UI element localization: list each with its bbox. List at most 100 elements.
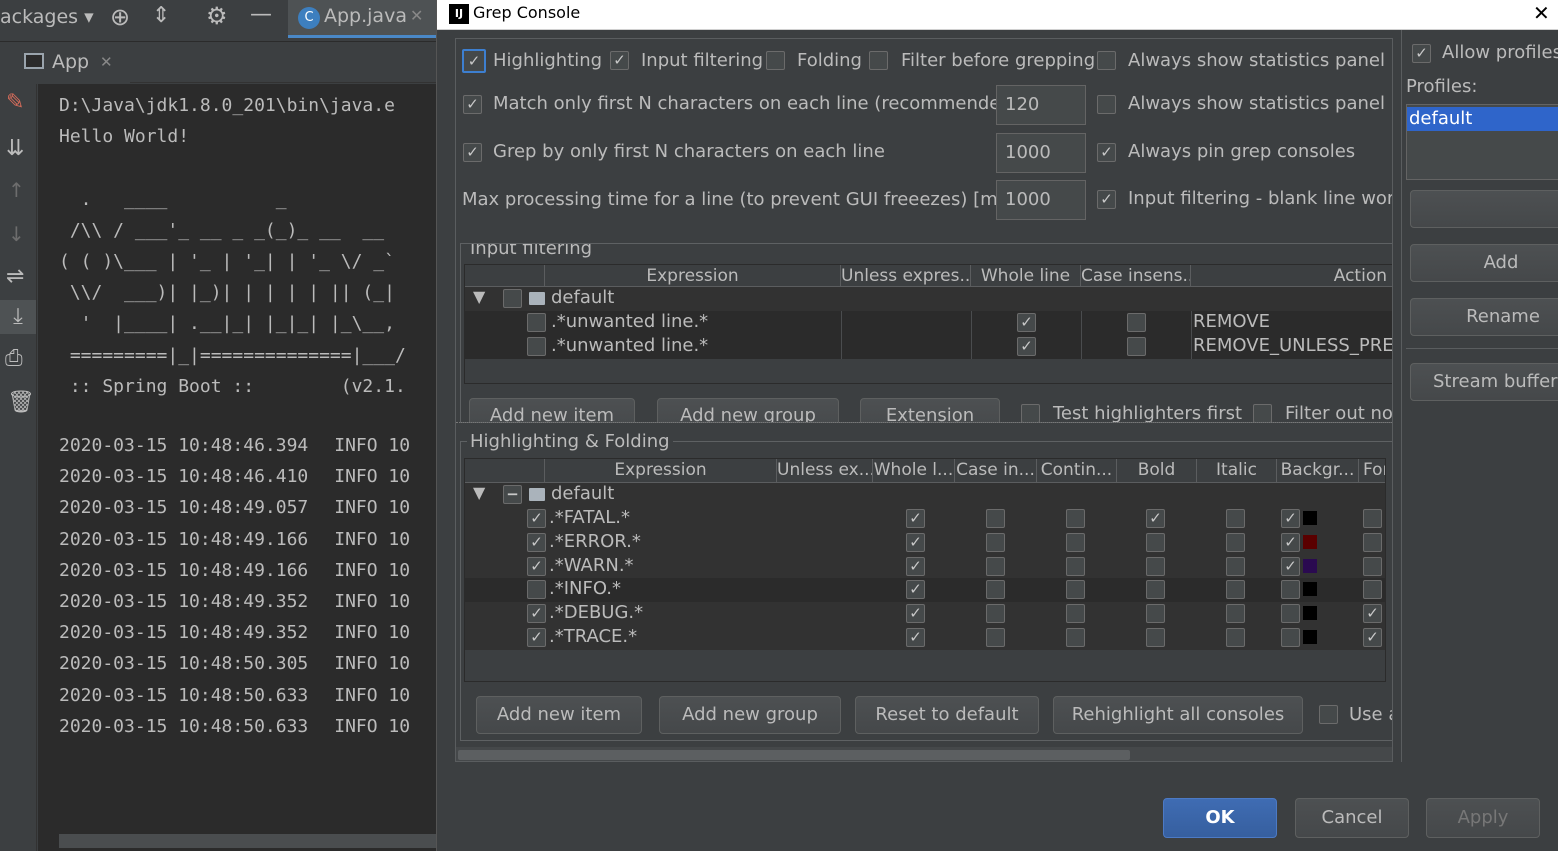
max-processing-time-input[interactable]: 1000 — [996, 180, 1086, 220]
foreground-color-swatch[interactable] — [1385, 606, 1386, 620]
always-pin-checkbox[interactable] — [1097, 143, 1116, 162]
blank-line-checkbox[interactable] — [1097, 190, 1116, 209]
foreground-color-swatch[interactable] — [1385, 630, 1386, 644]
input-add-new-item-button[interactable]: Add new item — [469, 398, 635, 422]
run-tab-app[interactable]: App ✕ — [0, 43, 130, 83]
background-checkbox[interactable] — [1281, 604, 1300, 624]
always-show-stats-2-checkbox[interactable] — [1097, 95, 1116, 114]
col-background[interactable]: Backgr... — [1277, 459, 1359, 483]
add-profile-button[interactable]: Add — [1410, 244, 1558, 282]
bold-checkbox[interactable] — [1146, 628, 1165, 647]
case-insensitive-checkbox[interactable] — [986, 556, 1005, 576]
print-icon[interactable]: ⎙ — [5, 346, 23, 371]
bold-checkbox[interactable] — [1146, 532, 1165, 552]
bold-checkbox[interactable] — [1146, 556, 1165, 576]
whole-line-checkbox[interactable] — [906, 509, 925, 528]
input-filter-row[interactable]: .*unwanted line.* REMOVE — [465, 311, 1392, 335]
whole-line-checkbox[interactable] — [1017, 313, 1036, 332]
grep-first-n-input[interactable]: 1000 — [996, 133, 1086, 173]
panel-horizontal-scrollbar[interactable] — [456, 747, 1392, 761]
foreground-checkbox[interactable] — [1363, 509, 1382, 528]
background-checkbox[interactable] — [1281, 509, 1300, 528]
file-tab-app-java[interactable]: C App.java ✕ — [288, 0, 438, 38]
background-checkbox[interactable] — [1281, 532, 1300, 552]
foreground-checkbox[interactable] — [1363, 580, 1382, 600]
expand-arrow-icon[interactable]: ▼ — [473, 287, 485, 306]
foreground-checkbox[interactable] — [1363, 628, 1382, 647]
minimize-icon[interactable]: — — [250, 2, 272, 27]
filter-out-checkbox[interactable] — [1253, 404, 1272, 422]
italic-checkbox[interactable] — [1226, 556, 1245, 576]
foreground-checkbox[interactable] — [1363, 604, 1382, 624]
profile-select-button[interactable] — [1410, 190, 1558, 228]
italic-checkbox[interactable] — [1226, 509, 1245, 528]
whole-line-checkbox[interactable] — [906, 532, 925, 552]
whole-line-checkbox[interactable] — [906, 604, 925, 624]
col-foreground[interactable]: For — [1359, 459, 1385, 483]
italic-checkbox[interactable] — [1226, 604, 1245, 624]
trash-icon[interactable]: 🗑 — [7, 390, 35, 415]
highlight-row[interactable]: .*FATAL.* — [465, 507, 1386, 531]
up-arrow-icon[interactable]: ↑ — [8, 178, 25, 202]
soft-wrap-edit-icon[interactable]: ✎ — [6, 90, 24, 115]
whole-line-checkbox[interactable] — [906, 628, 925, 647]
group-checkbox[interactable] — [503, 485, 522, 504]
ok-button[interactable]: OK — [1163, 798, 1277, 838]
stream-buffer-button[interactable]: Stream buffer s — [1410, 363, 1558, 401]
background-checkbox[interactable] — [1281, 580, 1300, 600]
row-enabled-checkbox[interactable] — [527, 604, 546, 624]
whole-line-checkbox[interactable] — [906, 556, 925, 576]
background-checkbox[interactable] — [1281, 556, 1300, 576]
background-color-swatch[interactable] — [1303, 534, 1317, 549]
filter-before-grepping-checkbox[interactable] — [869, 51, 888, 70]
background-color-swatch[interactable] — [1303, 582, 1317, 597]
whole-line-checkbox[interactable] — [1017, 337, 1036, 356]
highlight-row[interactable]: .*ERROR.* — [465, 530, 1386, 555]
highlight-row[interactable]: .*WARN.* — [465, 554, 1386, 579]
background-color-swatch[interactable] — [1303, 558, 1317, 573]
case-insensitive-checkbox[interactable] — [986, 580, 1005, 600]
foreground-color-swatch[interactable] — [1385, 511, 1386, 525]
case-insensitive-checkbox[interactable] — [1127, 337, 1146, 356]
always-show-stats-1-checkbox[interactable] — [1097, 51, 1116, 70]
foreground-color-swatch[interactable] — [1385, 535, 1386, 549]
add-new-item-button[interactable]: Add new item — [476, 696, 642, 734]
col-whole-line[interactable]: Whole l... — [873, 459, 955, 483]
col-bold[interactable]: Bold — [1117, 459, 1197, 483]
case-insensitive-checkbox[interactable] — [1127, 313, 1146, 332]
match-first-n-input[interactable]: 120 — [996, 85, 1086, 125]
col-unless-expression[interactable]: Unless ex... — [777, 459, 873, 483]
row-enabled-checkbox[interactable] — [527, 628, 546, 647]
input-add-new-group-button[interactable]: Add new group — [657, 398, 839, 422]
input-filter-group-row[interactable]: ▼ default — [465, 287, 1392, 311]
background-color-swatch[interactable] — [1303, 630, 1317, 644]
col-expression[interactable]: Expression — [545, 459, 777, 483]
foreground-checkbox[interactable] — [1363, 556, 1382, 576]
extension-button[interactable]: Extension — [860, 398, 1000, 422]
col-italic[interactable]: Italic — [1197, 459, 1277, 483]
col-action[interactable]: Action — [1191, 265, 1392, 287]
col-case-insensitive[interactable]: Case in... — [955, 459, 1037, 483]
cancel-button[interactable]: Cancel — [1295, 798, 1409, 838]
profile-item-default[interactable]: default — [1407, 107, 1558, 131]
crosshair-icon[interactable]: ⊕ — [110, 3, 130, 31]
packages-dropdown[interactable]: ackages ▾ — [0, 6, 94, 28]
test-highlighters-first-checkbox[interactable] — [1021, 404, 1040, 422]
italic-checkbox[interactable] — [1226, 628, 1245, 647]
apply-button[interactable]: Apply — [1426, 798, 1540, 838]
foreground-color-swatch[interactable] — [1385, 582, 1386, 596]
foreground-color-swatch[interactable] — [1385, 559, 1386, 573]
col-whole-line[interactable]: Whole line — [971, 265, 1081, 287]
continue-checkbox[interactable] — [1066, 532, 1085, 552]
background-color-swatch[interactable] — [1303, 606, 1317, 621]
down-arrow-icon[interactable]: ↓ — [8, 222, 25, 246]
add-new-group-button[interactable]: Add new group — [659, 696, 841, 734]
reset-to-default-button[interactable]: Reset to default — [855, 696, 1039, 734]
scrollbar-thumb[interactable] — [458, 750, 1130, 760]
background-checkbox[interactable] — [1281, 628, 1300, 647]
sort-icon[interactable]: ⇊ — [6, 136, 24, 161]
grep-first-n-checkbox[interactable] — [463, 143, 482, 162]
close-icon[interactable]: ✕ — [1533, 1, 1550, 25]
continue-checkbox[interactable] — [1066, 628, 1085, 647]
scroll-to-end-icon[interactable]: ⤓ — [0, 300, 36, 334]
